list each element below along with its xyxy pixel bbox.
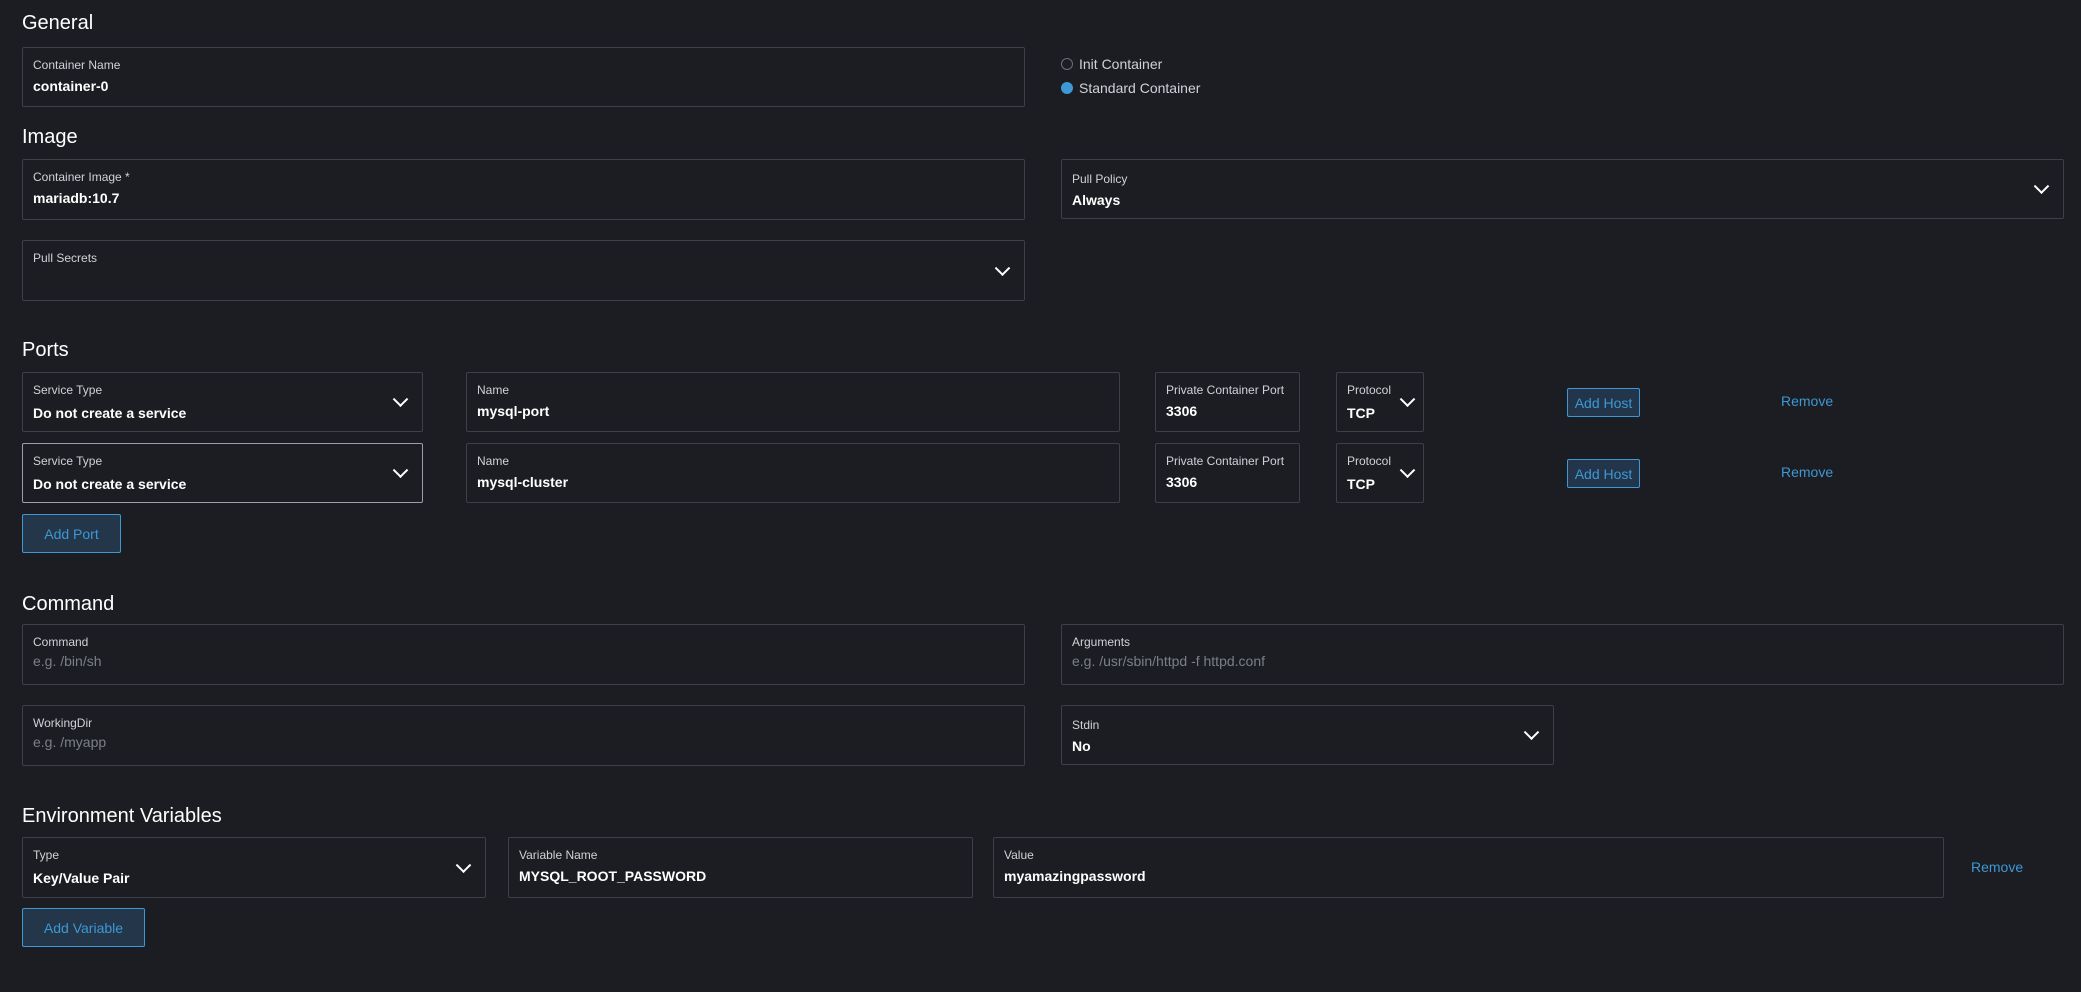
env-value-label: Value — [1004, 848, 1034, 862]
env-variable-name-label: Variable Name — [519, 848, 598, 862]
container-name-field[interactable]: Container Name container-0 — [22, 47, 1025, 107]
chevron-down-icon — [994, 259, 1011, 276]
private-port-value: 3306 — [1166, 403, 1198, 419]
chevron-down-icon — [1523, 724, 1540, 741]
remove-port-link[interactable]: Remove — [1781, 393, 1833, 409]
radio-init-container[interactable]: Init Container — [1061, 56, 1162, 72]
stdin-select[interactable]: Stdin No — [1061, 705, 1554, 765]
env-type-value: Key/Value Pair — [33, 870, 130, 886]
port-name-field[interactable]: Name mysql-cluster — [466, 443, 1120, 503]
add-variable-button[interactable]: Add Variable — [22, 908, 145, 947]
section-title-ports: Ports — [22, 339, 69, 361]
container-image-label: Container Image * — [33, 170, 130, 184]
service-type-label: Service Type — [33, 454, 103, 468]
command-input[interactable] — [33, 653, 1014, 669]
command-field[interactable]: Command — [22, 624, 1025, 685]
chevron-down-icon — [455, 856, 472, 873]
port-service-type-select[interactable]: Service Type Do not create a service — [22, 372, 423, 432]
private-port-label: Private Container Port — [1166, 454, 1285, 468]
arguments-label: Arguments — [1072, 635, 1131, 649]
working-dir-label: WorkingDir — [33, 716, 93, 730]
env-variable-name-value: MYSQL_ROOT_PASSWORD — [519, 868, 707, 884]
radio-standard-container[interactable]: Standard Container — [1061, 80, 1200, 96]
chevron-down-icon — [1399, 391, 1416, 408]
pull-secrets-label: Pull Secrets — [33, 251, 98, 265]
remove-env-link[interactable]: Remove — [1971, 859, 2023, 875]
env-type-label: Type — [33, 848, 60, 862]
working-dir-field[interactable]: WorkingDir — [22, 705, 1025, 766]
chevron-down-icon — [392, 391, 409, 408]
chevron-down-icon — [2033, 178, 2050, 195]
protocol-value: TCP — [1347, 476, 1375, 492]
container-image-value: mariadb:10.7 — [33, 190, 120, 206]
port-private-port-field[interactable]: Private Container Port 3306 — [1155, 443, 1300, 503]
stdin-label: Stdin — [1072, 718, 1100, 732]
protocol-value: TCP — [1347, 405, 1375, 421]
container-name-value: container-0 — [33, 78, 109, 94]
port-service-type-select[interactable]: Service Type Do not create a service — [22, 443, 423, 503]
pull-policy-select[interactable]: Pull Policy Always — [1061, 159, 2064, 219]
port-name-label: Name — [477, 383, 510, 397]
service-type-value: Do not create a service — [33, 476, 187, 492]
add-port-button[interactable]: Add Port — [22, 514, 121, 553]
service-type-value: Do not create a service — [33, 405, 187, 421]
env-value-value: myamazingpassword — [1004, 868, 1146, 884]
stdin-value: No — [1072, 738, 1091, 754]
port-protocol-select[interactable]: Protocol TCP — [1336, 443, 1424, 503]
arguments-input[interactable] — [1072, 653, 2053, 669]
port-name-value: mysql-cluster — [477, 474, 569, 490]
env-value-field[interactable]: Value myamazingpassword — [993, 837, 1944, 898]
port-protocol-select[interactable]: Protocol TCP — [1336, 372, 1424, 432]
port-name-field[interactable]: Name mysql-port — [466, 372, 1120, 432]
radio-checked-icon — [1061, 82, 1073, 94]
container-name-label: Container Name — [33, 58, 121, 72]
env-type-select[interactable]: Type Key/Value Pair — [22, 837, 486, 898]
env-variable-name-field[interactable]: Variable Name MYSQL_ROOT_PASSWORD — [508, 837, 973, 898]
container-image-field[interactable]: Container Image * mariadb:10.7 — [22, 159, 1025, 220]
chevron-down-icon — [392, 462, 409, 479]
protocol-label: Protocol — [1347, 383, 1392, 397]
working-dir-input[interactable] — [33, 734, 1014, 750]
port-name-label: Name — [477, 454, 510, 468]
port-private-port-field[interactable]: Private Container Port 3306 — [1155, 372, 1300, 432]
chevron-down-icon — [1399, 462, 1416, 479]
section-title-image: Image — [22, 126, 78, 148]
arguments-field[interactable]: Arguments — [1061, 624, 2064, 685]
pull-policy-label: Pull Policy — [1072, 172, 1128, 186]
command-label: Command — [33, 635, 89, 649]
pull-secrets-select[interactable]: Pull Secrets — [22, 240, 1025, 301]
section-title-command: Command — [22, 593, 115, 615]
private-port-label: Private Container Port — [1166, 383, 1285, 397]
radio-unchecked-icon — [1061, 58, 1073, 70]
service-type-label: Service Type — [33, 383, 103, 397]
add-host-button[interactable]: Add Host — [1567, 388, 1640, 417]
radio-standard-container-label: Standard Container — [1079, 80, 1201, 96]
radio-init-container-label: Init Container — [1079, 56, 1163, 72]
pull-policy-value: Always — [1072, 192, 1121, 208]
private-port-value: 3306 — [1166, 474, 1198, 490]
port-name-value: mysql-port — [477, 403, 550, 419]
protocol-label: Protocol — [1347, 454, 1392, 468]
remove-port-link[interactable]: Remove — [1781, 464, 1833, 480]
add-host-button[interactable]: Add Host — [1567, 459, 1640, 488]
section-title-general: General — [22, 12, 94, 34]
section-title-environment-variables: Environment Variables — [22, 805, 222, 827]
